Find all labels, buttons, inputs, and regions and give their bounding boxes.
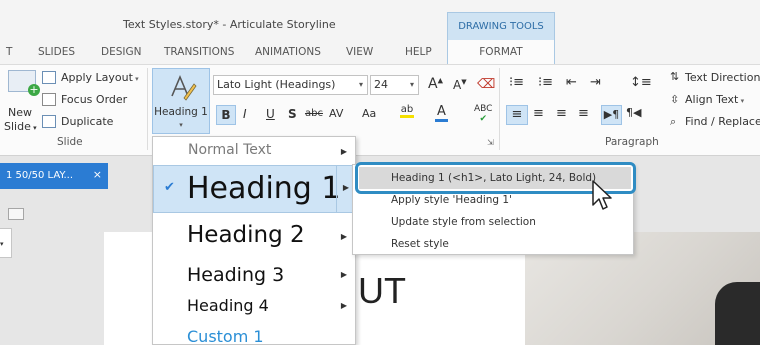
text-style-label: Heading 1 [154, 106, 208, 118]
panel-dropdown[interactable]: ▾ [0, 228, 12, 258]
menu-item-heading-2[interactable]: Heading 2 ▶ [153, 219, 355, 255]
font-color-icon[interactable]: A [435, 104, 448, 122]
window-title: Text Styles.story* - Articulate Storylin… [123, 18, 336, 31]
character-spacing-button[interactable]: AV [329, 107, 343, 120]
tab-view[interactable]: VIEW [346, 46, 373, 58]
tab-partial[interactable]: T [6, 46, 12, 58]
bold-button[interactable]: B [216, 105, 236, 125]
pencil-a-icon [171, 74, 197, 101]
highlight-color-icon[interactable]: ab [400, 104, 414, 118]
rtl-direction-icon[interactable]: ¶◀ [626, 106, 641, 119]
menu-item-heading-1[interactable]: ✔ Heading 1 ▶ [153, 165, 355, 213]
find-replace-icon: ⌕ [670, 115, 677, 128]
tab-slides[interactable]: SLIDES [38, 46, 75, 58]
find-replace-button[interactable]: Find / Replace [685, 115, 760, 128]
align-center-icon[interactable]: ≡ [533, 106, 544, 121]
focus-order-button[interactable]: Focus Order [61, 93, 127, 106]
align-text-icon: ⇳ [670, 93, 680, 106]
tab-transitions[interactable]: TRANSITIONS [164, 46, 234, 58]
numbering-icon[interactable]: ⁝≡ [538, 75, 553, 90]
text-style-button[interactable]: Heading 1 ▾ [152, 68, 210, 134]
duplicate-button[interactable]: Duplicate [61, 115, 113, 128]
submenu-apply-style[interactable]: Apply style 'Heading 1' [391, 194, 512, 206]
menu-item-heading-4[interactable]: Heading 4 ▶ [153, 293, 355, 319]
tab-animations[interactable]: ANIMATIONS [255, 46, 321, 58]
slide-title-text[interactable]: UT [358, 270, 406, 312]
close-icon[interactable]: × [93, 162, 102, 188]
increase-indent-icon[interactable]: ⇥ [590, 75, 601, 90]
slide-panel-icon[interactable] [8, 208, 24, 220]
slide-photo-subject [715, 282, 760, 345]
apply-layout-icon [42, 71, 56, 84]
duplicate-icon [42, 115, 56, 128]
shrink-font-icon[interactable]: A▼ [453, 78, 467, 92]
line-spacing-icon[interactable]: ↕≡ [630, 75, 652, 90]
tab-design[interactable]: DESIGN [101, 46, 141, 58]
mouse-pointer-icon [592, 180, 612, 210]
change-case-button[interactable]: Aa [362, 107, 376, 120]
separator [499, 68, 500, 150]
tab-format[interactable]: FORMAT [447, 40, 555, 64]
tab-help[interactable]: HELP [405, 46, 432, 58]
italic-button[interactable]: I [243, 107, 247, 121]
drawing-tools-context-group: DRAWING TOOLS [447, 12, 555, 40]
paragraph-group-label: Paragraph [605, 136, 659, 148]
strikethrough-button[interactable]: abc [305, 108, 323, 119]
focus-order-icon [42, 93, 56, 106]
separator [147, 68, 148, 150]
justify-icon[interactable]: ≡ [578, 106, 589, 121]
decrease-indent-icon[interactable]: ⇤ [566, 75, 577, 90]
spell-check-icon[interactable]: ABC ✔ [474, 104, 492, 124]
slide-tab[interactable]: 1 50/50 LAY... × [0, 163, 108, 189]
submenu-reset-style[interactable]: Reset style [391, 238, 449, 250]
text-direction-button[interactable]: Text Direction [685, 71, 760, 84]
title-bar [0, 0, 760, 40]
slide-group-label: Slide [57, 136, 83, 148]
align-left-icon[interactable]: ≡ [506, 105, 528, 125]
ltr-direction-icon[interactable]: ▶¶ [601, 105, 622, 125]
new-slide-label-1[interactable]: New [8, 106, 32, 119]
apply-layout-button[interactable]: Apply Layout ▾ [61, 71, 139, 84]
grow-font-icon[interactable]: A▲ [428, 76, 443, 92]
checkmark-icon: ✔ [164, 180, 175, 195]
menu-item-custom-1[interactable]: Custom 1 [153, 325, 355, 345]
chevron-down-icon: ▾ [179, 121, 183, 129]
menu-item-normal-text[interactable]: Normal Text ▶ [153, 140, 355, 164]
clear-format-icon[interactable]: ⌫ [477, 77, 495, 92]
submenu-update-style[interactable]: Update style from selection [391, 216, 536, 228]
shadow-button[interactable]: S [288, 107, 297, 121]
text-direction-icon: ⇅ [670, 70, 680, 83]
align-right-icon[interactable]: ≡ [556, 106, 567, 121]
font-size-combo[interactable]: 24 ▾ [370, 75, 419, 95]
new-slide-icon[interactable]: + [8, 70, 40, 96]
align-text-button[interactable]: Align Text ▾ [685, 93, 744, 106]
underline-button[interactable]: U [266, 107, 275, 121]
font-dialog-launcher-icon[interactable]: ⇲ [487, 138, 494, 147]
font-name-combo[interactable]: Lato Light (Headings) ▾ [213, 75, 368, 95]
menu-item-heading-3[interactable]: Heading 3 ▶ [153, 261, 355, 289]
new-slide-label-2[interactable]: Slide ▾ [4, 120, 37, 133]
bullets-icon[interactable]: ⁝≡ [509, 75, 524, 90]
